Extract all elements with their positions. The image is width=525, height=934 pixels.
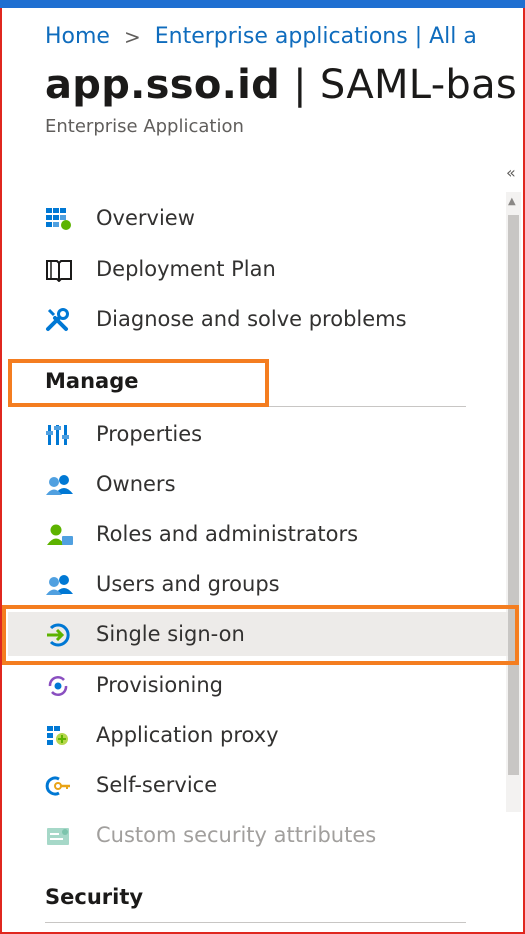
breadcrumb-home-link[interactable]: Home [45, 24, 110, 49]
highlight-box-single-sign-on [2, 605, 519, 665]
self-service-icon [45, 774, 70, 796]
provisioning-icon [45, 674, 69, 696]
nav-item-label: Deployment Plan [96, 257, 276, 281]
nav-item-label: Properties [96, 422, 203, 446]
nav-item-label: Roles and administrators [96, 522, 359, 546]
nav-item-label: Diagnose and solve problems [96, 307, 407, 331]
page-title-rest: | SAML-bas [280, 62, 518, 108]
breadcrumb-separator: > [123, 24, 141, 49]
collapse-menu-button[interactable]: « [506, 163, 516, 182]
nav-item-users-groups[interactable]: Users and groups [0, 562, 500, 606]
scrollbar-thumb[interactable] [508, 215, 519, 775]
nav-item-label: Custom security attributes [96, 823, 377, 847]
nav-item-owners[interactable]: Owners [0, 462, 500, 506]
nav-item-application-proxy[interactable]: Application proxy [0, 713, 500, 757]
nav-item-label: Self-service [96, 773, 218, 797]
page-subtitle: Enterprise Application [45, 116, 244, 137]
custom-attributes-icon [45, 824, 69, 846]
nav-item-properties[interactable]: Properties [0, 412, 500, 456]
top-bar [0, 0, 525, 8]
nav-item-roles[interactable]: Roles and administrators [0, 512, 500, 556]
nav-item-label: Application proxy [96, 723, 279, 747]
breadcrumb: Home > Enterprise applications | All a [45, 24, 477, 49]
app-name: app.sso.id [45, 62, 281, 108]
nav-item-overview[interactable]: Overview [0, 196, 500, 240]
breadcrumb-enterprise-apps-link[interactable]: Enterprise applications | All a [155, 24, 477, 49]
page-title: app.sso.id | SAML-bas [45, 62, 517, 108]
overview-grid-icon [45, 207, 71, 230]
nav-item-label: Owners [96, 472, 176, 496]
nav-item-provisioning[interactable]: Provisioning [0, 663, 500, 707]
nav-item-custom-security-attributes: Custom security attributes [0, 813, 500, 857]
nav-item-diagnose[interactable]: Diagnose and solve problems [0, 297, 500, 341]
users-groups-icon [45, 573, 73, 595]
properties-icon [45, 423, 69, 445]
owners-icon [45, 473, 73, 495]
nav-item-label: Users and groups [96, 572, 280, 596]
wrench-icon [45, 308, 69, 331]
section-divider [45, 922, 466, 923]
nav-item-label: Overview [96, 206, 195, 230]
nav-item-label: Provisioning [96, 673, 223, 697]
book-icon [45, 258, 72, 283]
highlight-box-manage [8, 359, 269, 407]
nav-item-self-service[interactable]: Self-service [0, 763, 500, 807]
app-proxy-icon [45, 724, 69, 746]
scroll-up-arrow-icon[interactable]: ▲ [508, 196, 516, 207]
roles-icon [45, 523, 73, 545]
section-header-security: Security [45, 885, 144, 909]
nav-item-deployment-plan[interactable]: Deployment Plan [0, 247, 500, 291]
